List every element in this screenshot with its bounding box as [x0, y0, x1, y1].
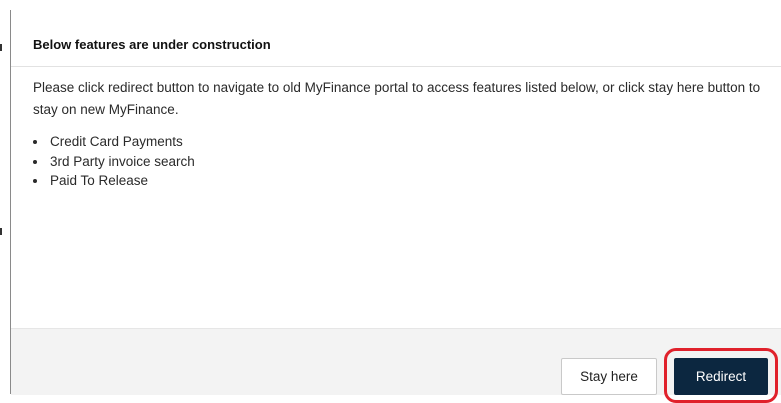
dialog-message: Please click redirect button to navigate… [33, 80, 761, 117]
under-construction-dialog: Below features are under construction Pl… [10, 10, 781, 403]
background-edge-mark [0, 44, 2, 51]
list-item: Credit Card Payments [48, 132, 195, 152]
list-item: 3rd Party invoice search [48, 152, 195, 172]
background-edge-mark [0, 228, 2, 235]
dialog-title: Below features are under construction [33, 37, 271, 52]
dialog-divider [11, 66, 781, 67]
stay-here-button[interactable]: Stay here [561, 358, 657, 395]
redirect-button[interactable]: Redirect [674, 358, 768, 395]
list-item: Paid To Release [48, 171, 195, 191]
feature-list: Credit Card Payments 3rd Party invoice s… [33, 132, 195, 191]
dialog-footer: Stay here Redirect [11, 328, 781, 403]
